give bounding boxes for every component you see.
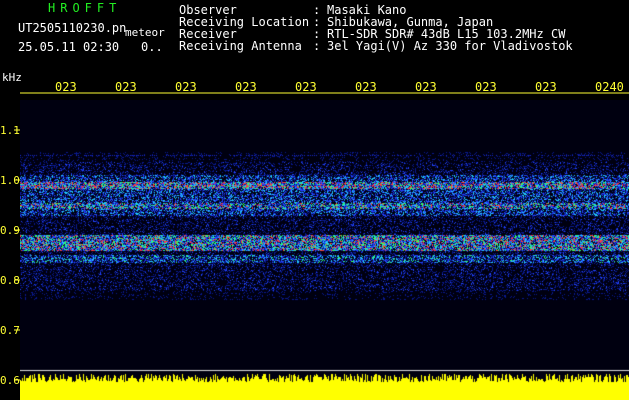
spectrogram-plot	[20, 100, 629, 400]
